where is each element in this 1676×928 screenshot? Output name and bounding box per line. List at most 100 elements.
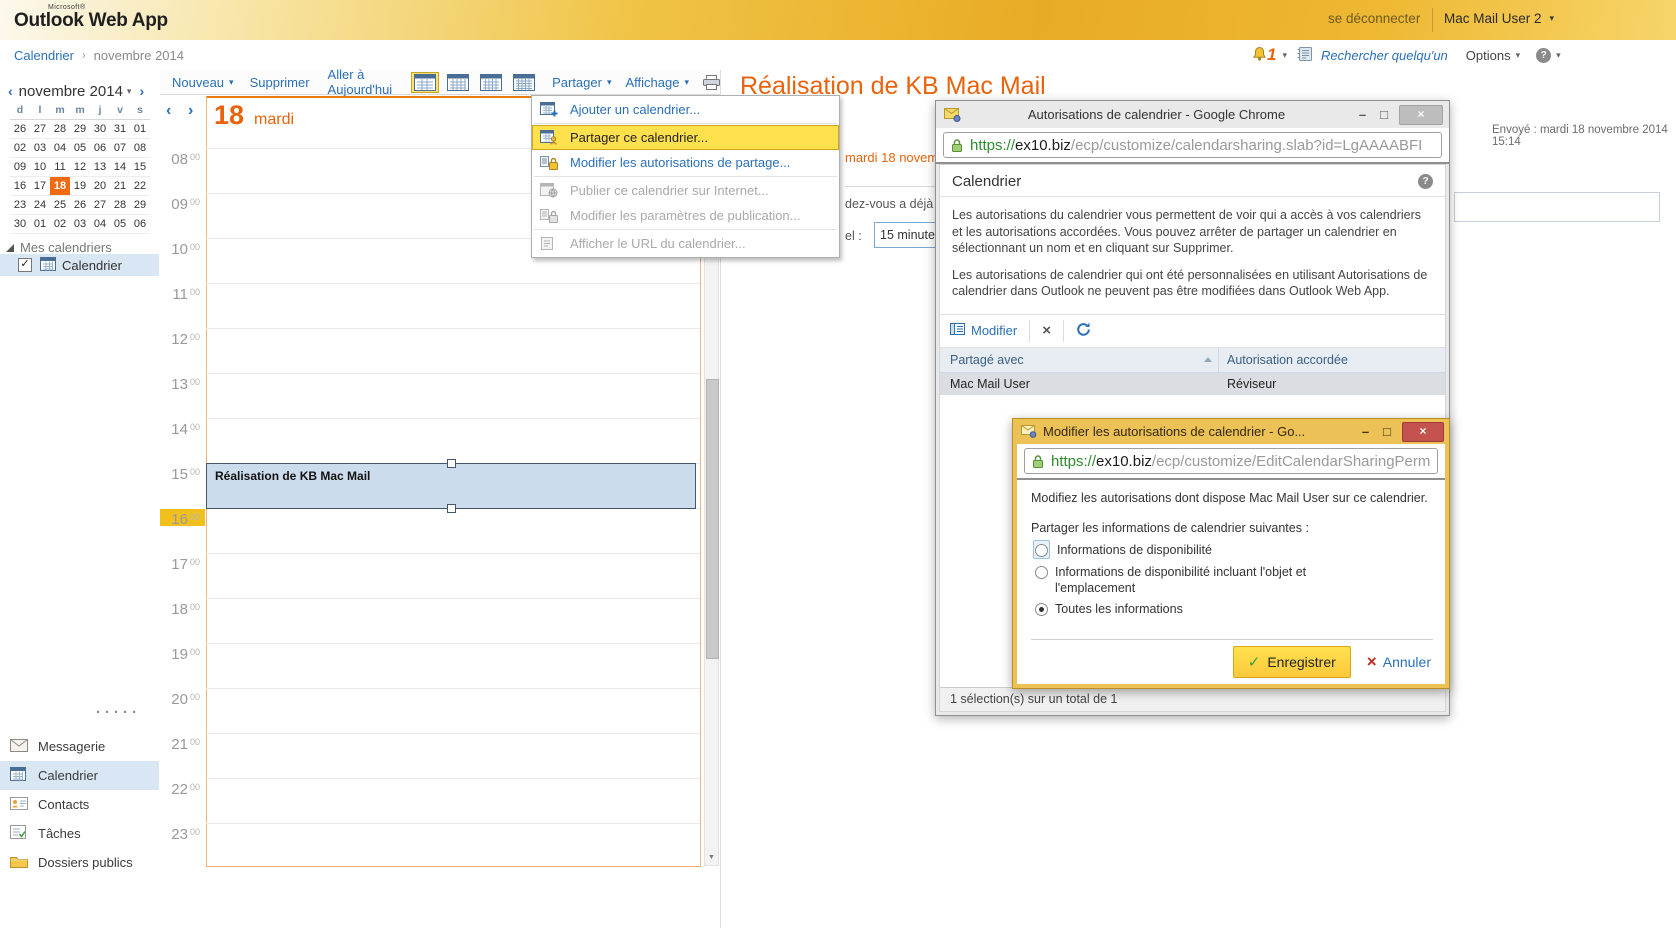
modify-button[interactable]: Modifier <box>950 323 1017 338</box>
scrollbar-thumb[interactable] <box>706 379 719 659</box>
mini-calendar-selected-day[interactable]: 18 <box>50 177 70 196</box>
mini-calendar-day[interactable]: 31 <box>110 120 130 139</box>
mini-calendar-title[interactable]: novembre 2014 <box>19 83 123 100</box>
refresh-icon[interactable] <box>1076 322 1091 340</box>
mini-calendar-day[interactable]: 13 <box>90 158 110 177</box>
sidebar-item-messagerie[interactable]: Messagerie <box>0 732 159 761</box>
week-view-icon[interactable] <box>477 72 505 93</box>
mini-calendar-day[interactable]: 04 <box>50 139 70 158</box>
chevron-down-icon[interactable]: ▾ <box>607 77 612 88</box>
mini-calendar-day[interactable]: 21 <box>110 177 130 196</box>
minimize-icon[interactable]: – <box>1362 424 1369 439</box>
chevron-down-icon[interactable]: ▾ <box>229 77 234 88</box>
mini-calendar-day[interactable]: 06 <box>130 215 150 234</box>
chevron-down-icon[interactable]: ▾ <box>1516 50 1521 61</box>
view-menu-button[interactable]: Affichage <box>626 75 680 90</box>
close-icon[interactable]: × <box>1402 422 1444 442</box>
splitter-dots-icon[interactable]: ····· <box>96 704 141 721</box>
save-button[interactable]: ✓ Enregistrer <box>1233 646 1351 678</box>
mini-calendar-day[interactable]: 05 <box>70 139 90 158</box>
mini-calendar-day[interactable]: 15 <box>130 158 150 177</box>
calendar-event[interactable]: Réalisation de KB Mac Mail <box>206 463 696 509</box>
month-view-icon[interactable] <box>510 72 538 93</box>
radio-selected-icon[interactable] <box>1035 603 1048 616</box>
sign-out-link[interactable]: se déconnecter <box>1328 11 1420 26</box>
go-to-today-button[interactable]: Aller à Aujourd'hui <box>328 67 394 97</box>
reminder-bell-icon[interactable] <box>1252 46 1267 64</box>
reminder-count-badge[interactable]: 1 <box>1267 45 1276 65</box>
mini-calendar-day[interactable]: 14 <box>110 158 130 177</box>
url-field[interactable]: https://ex10.biz/ecp/customize/calendars… <box>943 132 1442 158</box>
mini-calendar-day[interactable]: 26 <box>70 196 90 215</box>
help-icon[interactable]: ? <box>1536 48 1551 63</box>
mini-calendar-day[interactable]: 11 <box>50 158 70 177</box>
mini-calendar-day[interactable]: 28 <box>50 120 70 139</box>
menu-item-partager-ce-calendrier[interactable]: Partager ce calendrier... <box>532 125 839 150</box>
mini-calendar-day[interactable]: 29 <box>70 120 90 139</box>
mini-calendar-day[interactable]: 27 <box>30 120 50 139</box>
mini-calendar-day[interactable]: 05 <box>110 215 130 234</box>
sidebar-item-dossiers-publics[interactable]: Dossiers publics <box>0 848 159 877</box>
sidebar-item-t-ches[interactable]: Tâches <box>0 819 159 848</box>
maximize-icon[interactable]: □ <box>1383 424 1391 439</box>
reading-pane-field[interactable] <box>1454 192 1660 222</box>
radio-icon[interactable] <box>1035 544 1048 557</box>
mini-calendar-day[interactable]: 22 <box>130 177 150 196</box>
mini-calendar-day[interactable]: 19 <box>70 177 90 196</box>
mini-calendar-day[interactable]: 27 <box>90 196 110 215</box>
chevron-down-icon[interactable]: ▾ <box>1282 50 1287 61</box>
radio-option[interactable]: Toutes les informations <box>1035 601 1431 617</box>
mini-calendar-day[interactable]: 23 <box>10 196 30 215</box>
mini-calendar-day[interactable]: 02 <box>50 215 70 234</box>
mini-calendar-day[interactable]: 17 <box>30 177 50 196</box>
menu-item-ajouter-un-calendrier[interactable]: Ajouter un calendrier... <box>532 97 839 122</box>
address-book-icon[interactable] <box>1297 47 1313 64</box>
mini-calendar-day[interactable]: 16 <box>10 177 30 196</box>
mini-calendar-day[interactable]: 24 <box>30 196 50 215</box>
chevron-down-icon[interactable]: ▾ <box>684 77 689 88</box>
url-field[interactable]: https://ex10.biz/ecp/customize/EditCalen… <box>1024 448 1438 474</box>
mini-calendar-day[interactable]: 01 <box>130 120 150 139</box>
chevron-down-icon[interactable]: ▾ <box>1556 50 1561 61</box>
day-view-icon[interactable] <box>411 72 439 93</box>
prev-month-icon[interactable]: ‹ <box>8 83 13 99</box>
sidebar-item-calendrier[interactable]: Calendrier <box>0 761 159 790</box>
maximize-icon[interactable]: □ <box>1380 107 1388 122</box>
delete-permission-icon[interactable]: × <box>1042 322 1051 339</box>
mini-calendar-day[interactable]: 04 <box>90 215 110 234</box>
table-row[interactable]: Mac Mail User Réviseur <box>940 373 1445 395</box>
event-resize-handle-top[interactable] <box>447 459 456 468</box>
mini-calendar-day[interactable]: 02 <box>10 139 30 158</box>
share-menu-button[interactable]: Partager <box>552 75 602 90</box>
mini-calendar-day[interactable]: 09 <box>10 158 30 177</box>
my-calendars-section[interactable]: Mes calendriers <box>6 240 112 255</box>
mini-calendar-day[interactable]: 30 <box>10 215 30 234</box>
close-icon[interactable]: × <box>1399 105 1443 125</box>
delete-button[interactable]: Supprimer <box>250 75 310 90</box>
menu-item-modifier-les-autorisations-de-partage[interactable]: Modifier les autorisations de partage... <box>532 150 839 175</box>
mini-calendar-day[interactable]: 28 <box>110 196 130 215</box>
work-week-view-icon[interactable] <box>444 72 472 93</box>
table-header[interactable]: Partagé avec Autorisation accordée <box>940 348 1445 373</box>
find-someone-link[interactable]: Rechercher quelqu'un <box>1321 48 1448 63</box>
calendar-checkbox[interactable]: ✓ <box>18 258 32 272</box>
mini-calendar-day[interactable]: 07 <box>110 139 130 158</box>
radio-icon[interactable] <box>1035 566 1048 579</box>
options-menu[interactable]: Options <box>1466 48 1511 63</box>
window-titlebar[interactable]: Autorisations de calendrier - Google Chr… <box>936 101 1449 128</box>
mini-calendar-day[interactable]: 30 <box>90 120 110 139</box>
mini-calendar-day[interactable]: 10 <box>30 158 50 177</box>
reminder-dropdown[interactable]: 15 minutes <box>874 222 942 248</box>
help-icon[interactable]: ? <box>1418 174 1433 189</box>
mini-calendar-day[interactable]: 03 <box>70 215 90 234</box>
address-bar[interactable]: https://ex10.biz/ecp/customize/EditCalen… <box>1017 444 1445 480</box>
column-permission[interactable]: Autorisation accordée <box>1219 353 1445 367</box>
cancel-button[interactable]: × Annuler <box>1367 652 1431 672</box>
event-resize-handle-bottom[interactable] <box>447 504 456 513</box>
scroll-down-icon[interactable]: ▼ <box>705 850 718 865</box>
mini-calendar-day[interactable]: 08 <box>130 139 150 158</box>
user-menu[interactable]: Mac Mail User 2 ▾ <box>1444 11 1554 26</box>
mini-calendar-day[interactable]: 03 <box>30 139 50 158</box>
radio-option[interactable]: Informations de disponibilité incluant l… <box>1035 564 1431 596</box>
minimize-icon[interactable]: – <box>1359 107 1366 122</box>
